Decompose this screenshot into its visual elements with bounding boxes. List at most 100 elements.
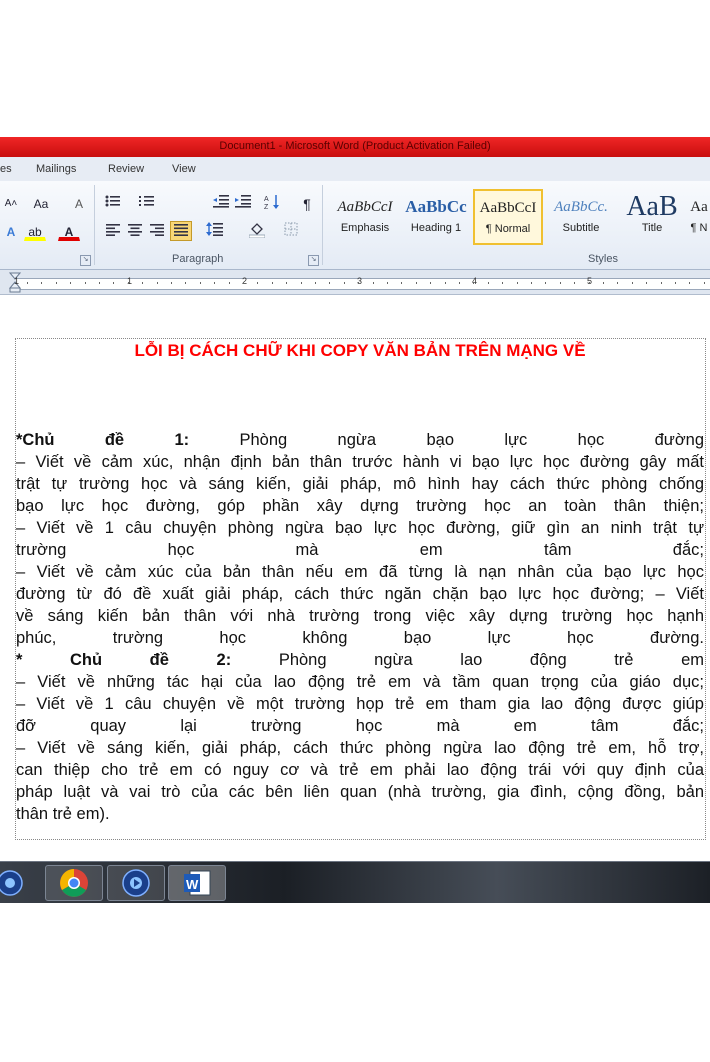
align-center-button[interactable] [124, 221, 146, 241]
ruler-tick [99, 282, 100, 284]
numbering-button[interactable] [136, 193, 158, 213]
style-preview: AaB [626, 191, 678, 222]
ruler-tick [329, 282, 330, 284]
svg-text:Z: Z [264, 204, 269, 210]
highlight-color-button[interactable]: ab [24, 221, 46, 241]
paint-bucket-icon [248, 223, 266, 239]
ruler-tick [185, 282, 186, 284]
paragraph-group-label: Paragraph [172, 253, 224, 265]
ruler-tick [445, 282, 446, 284]
paragraph-line: pháp luật và vai trò của các bên liên qu… [16, 783, 704, 801]
svg-text:W: W [186, 877, 199, 892]
style-emphasis[interactable]: AaBbCcI Emphasis [330, 189, 400, 245]
borders-button[interactable] [280, 221, 302, 241]
style-preview: Aa [690, 199, 708, 215]
increase-indent-icon [235, 195, 251, 208]
ruler-tick [214, 282, 215, 284]
paragraph-line: – Viết về 1 câu chuyện phòng ngừa bạo lự… [16, 519, 704, 537]
font-dialog-launcher[interactable]: ↘ [80, 255, 91, 266]
ruler-tick [459, 282, 460, 284]
style-name: ¶ Normal [485, 223, 531, 235]
change-case-button[interactable]: Aa [28, 193, 54, 213]
ruler-tick [401, 282, 402, 284]
style-title[interactable]: AaB Title [617, 189, 687, 245]
ruler-tick [142, 282, 143, 284]
justify-button[interactable] [170, 221, 192, 241]
window-title-bar: Document1 - Microsoft Word (Product Acti… [0, 137, 710, 157]
line-spacing-button[interactable] [204, 221, 226, 241]
ruler-tick [473, 282, 474, 284]
ruler-number: 1 [14, 276, 20, 286]
ruler-tick [430, 282, 431, 284]
line-spacing-icon [206, 222, 223, 236]
ruler-tick [200, 282, 201, 284]
bullets-button[interactable] [102, 193, 124, 213]
style-no-spacing[interactable]: Aa ¶ N [688, 189, 710, 245]
ruler-number: 1 [127, 276, 133, 286]
ruler-tick [243, 282, 244, 284]
media-player-icon [122, 869, 150, 897]
style-preview: AaBbCc [405, 197, 467, 216]
paragraph-line: * Chủ đề 2: Phòng ngừa lao động trẻ em [16, 651, 704, 669]
ruler-number: 4 [472, 276, 478, 286]
document-body[interactable]: *Chủ đề 1: Phòng ngừa bạo lực học đường … [16, 429, 704, 825]
taskbar-chrome-button[interactable] [45, 865, 103, 901]
borders-icon [284, 222, 298, 236]
ruler-tick [229, 282, 230, 284]
ruler-tick [301, 282, 302, 284]
paragraph-line: trường học mà em tâm đắc; [16, 541, 704, 559]
ribbon-tabs: es Mailings Review View [0, 157, 710, 182]
clear-formatting-button[interactable]: A [68, 193, 90, 213]
ruler-tick [358, 282, 359, 284]
ruler-number: 2 [242, 276, 248, 286]
text-effects-button[interactable]: A [0, 221, 22, 241]
ruler-tick [171, 282, 172, 284]
style-name: Emphasis [340, 222, 390, 234]
increase-indent-button[interactable] [232, 193, 254, 213]
tab-mailings[interactable]: Mailings [36, 163, 76, 175]
style-heading-1[interactable]: AaBbCc Heading 1 [401, 189, 471, 245]
ruler-tick [603, 282, 604, 284]
document-title: LỖI BỊ CÁCH CHỮ KHI COPY VĂN BẢN TRÊN MẠ… [134, 341, 586, 360]
ruler-tick [41, 282, 42, 284]
show-formatting-button[interactable]: ¶ [296, 193, 318, 213]
ruler-tick [488, 282, 489, 284]
svg-text:A: A [264, 196, 269, 203]
taskbar-media-player-button[interactable] [107, 865, 165, 901]
grow-font-button[interactable]: A˄ [0, 193, 22, 213]
align-left-icon [106, 224, 120, 236]
ruler-tick [646, 282, 647, 284]
style-normal[interactable]: AaBbCcI ¶ Normal [473, 189, 543, 245]
ruler-tick [27, 282, 28, 284]
ribbon: A˄ Aa A A ab A ↘ AZ ¶ Paragraph ↘ AaBbCc… [0, 181, 710, 270]
shading-button[interactable] [246, 221, 268, 241]
paragraph-line: thân trẻ em). [16, 805, 110, 823]
horizontal-ruler[interactable]: 1 1 2 3 4 5 [0, 270, 710, 295]
paragraph-line: – Viết về sáng kiến, giải pháp, cách thứ… [16, 739, 704, 757]
font-color-button[interactable]: A [58, 221, 80, 241]
ruler-tick [272, 282, 273, 284]
document-canvas[interactable]: LỖI BỊ CÁCH CHỮ KHI COPY VĂN BẢN TRÊN MẠ… [0, 295, 710, 840]
ruler-tick [85, 282, 86, 284]
decrease-indent-icon [213, 195, 229, 208]
style-name: Heading 1 [410, 222, 462, 234]
paragraph-line: về sáng kiến bản thân với nhà trường tro… [16, 607, 704, 625]
paragraph-line: phúc, trường học không bạo lực học đường… [16, 629, 704, 647]
topic-heading: *Chủ đề 1: [16, 431, 190, 449]
style-preview: AaBbCcI [337, 199, 393, 215]
paragraph-line: – Viết về cảm xúc của bản thân nếu em đã… [16, 563, 704, 581]
align-left-button[interactable] [102, 221, 124, 241]
align-right-button[interactable] [146, 221, 168, 241]
style-subtitle[interactable]: AaBbCc. Subtitle [546, 189, 616, 245]
decrease-indent-button[interactable] [210, 193, 232, 213]
ruler-tick [315, 282, 316, 284]
paragraph-dialog-launcher[interactable]: ↘ [308, 255, 319, 266]
tab-references[interactable]: es [0, 163, 12, 175]
ruler-tick [70, 282, 71, 284]
media-player-icon[interactable] [0, 870, 26, 901]
sort-button[interactable]: AZ [262, 193, 284, 213]
ruler-tick [344, 282, 345, 284]
tab-review[interactable]: Review [108, 163, 144, 175]
tab-view[interactable]: View [172, 163, 196, 175]
taskbar-word-button[interactable]: W [168, 865, 226, 901]
